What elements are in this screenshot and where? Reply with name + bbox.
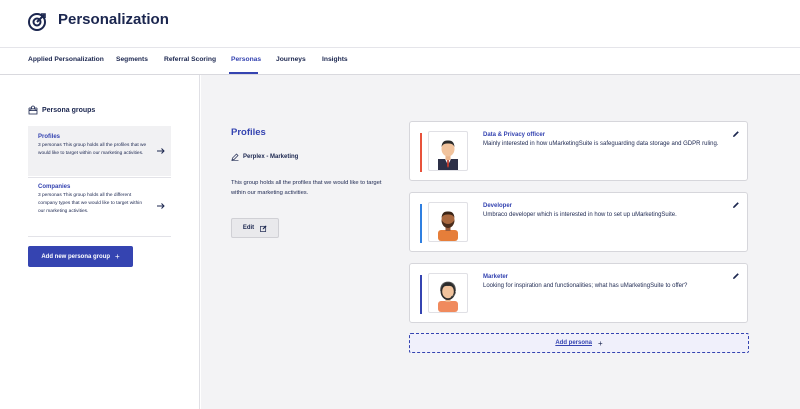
persona-card-data-privacy-officer[interactable]: Data & Privacy officer Mainly interested…: [409, 121, 748, 181]
persona-card-marketer[interactable]: Marketer Looking for inspiration and fun…: [409, 263, 748, 323]
page-title: Personalization: [58, 11, 169, 28]
add-persona-label: Add persona: [555, 340, 592, 346]
group-detail-title: Profiles: [231, 127, 266, 138]
add-persona-group-button[interactable]: Add new persona group +: [28, 246, 133, 267]
persona-description: Umbraco developer which is interested in…: [483, 212, 677, 218]
persona-groups-heading: Persona groups: [28, 105, 95, 115]
divider: [28, 236, 171, 237]
tab-segments[interactable]: Segments: [116, 56, 148, 63]
group-detail-description: This group holds all the profiles that w…: [231, 180, 382, 196]
group-name: Companies: [38, 184, 71, 190]
tab-referral-scoring[interactable]: Referral Scoring: [164, 56, 216, 63]
arrow-right-icon: [157, 203, 165, 209]
edit-square-icon: [260, 224, 267, 232]
woman-with-headset-avatar: [428, 273, 468, 313]
persona-name: Developer: [483, 203, 513, 209]
add-persona-button[interactable]: Add persona +: [409, 333, 749, 353]
persona-color-bar: [420, 275, 422, 314]
tab-insights[interactable]: Insights: [322, 56, 348, 63]
persona-group-profiles[interactable]: Profiles 3 personas This group holds all…: [28, 126, 171, 176]
persona-color-bar: [420, 204, 422, 243]
pencil-icon[interactable]: [732, 272, 740, 280]
man-with-beard-avatar: [428, 202, 468, 242]
pencil-icon[interactable]: [732, 130, 740, 138]
pen-icon: [231, 153, 239, 161]
persona-card-developer[interactable]: Developer Umbraco developer which is int…: [409, 192, 748, 252]
tab-journeys[interactable]: Journeys: [276, 56, 306, 63]
group-description: 3 personas This group holds all the prof…: [38, 143, 147, 156]
tab-bar: Applied Personalization Segments Referra…: [0, 48, 800, 75]
persona-name: Marketer: [483, 274, 509, 280]
persona-name: Data & Privacy officer: [483, 132, 546, 138]
edit-label: Edit: [242, 225, 255, 231]
persona-group-companies[interactable]: Companies 3 personas This group holds al…: [28, 178, 171, 235]
app-header: Personalization: [0, 0, 800, 48]
add-persona-group-label: Add new persona group: [41, 253, 110, 260]
plus-icon: +: [115, 252, 120, 261]
persona-description: Looking for inspiration and functionalit…: [483, 283, 688, 289]
group-owner: Perplex - Marketing: [231, 153, 298, 161]
persona-description: Mainly interested in how uMarketingSuite…: [483, 141, 719, 147]
man-with-tie-avatar: [428, 131, 468, 171]
plus-icon: +: [598, 338, 603, 348]
persona-color-bar: [420, 133, 422, 172]
owner-name: Perplex - Marketing: [243, 154, 299, 160]
edit-group-button[interactable]: Edit: [231, 218, 279, 238]
pencil-icon[interactable]: [732, 201, 740, 209]
tab-applied-personalization[interactable]: Applied Personalization: [28, 56, 104, 63]
group-description: 3 personas This group holds all the diff…: [38, 193, 142, 214]
target-icon: [28, 13, 46, 31]
tab-personas[interactable]: Personas: [231, 56, 261, 63]
people-group-icon: [28, 105, 38, 115]
group-name: Profiles: [38, 134, 61, 140]
persona-groups-title: Persona groups: [42, 106, 96, 114]
arrow-right-icon: [157, 148, 165, 154]
active-tab-indicator: [229, 72, 258, 74]
